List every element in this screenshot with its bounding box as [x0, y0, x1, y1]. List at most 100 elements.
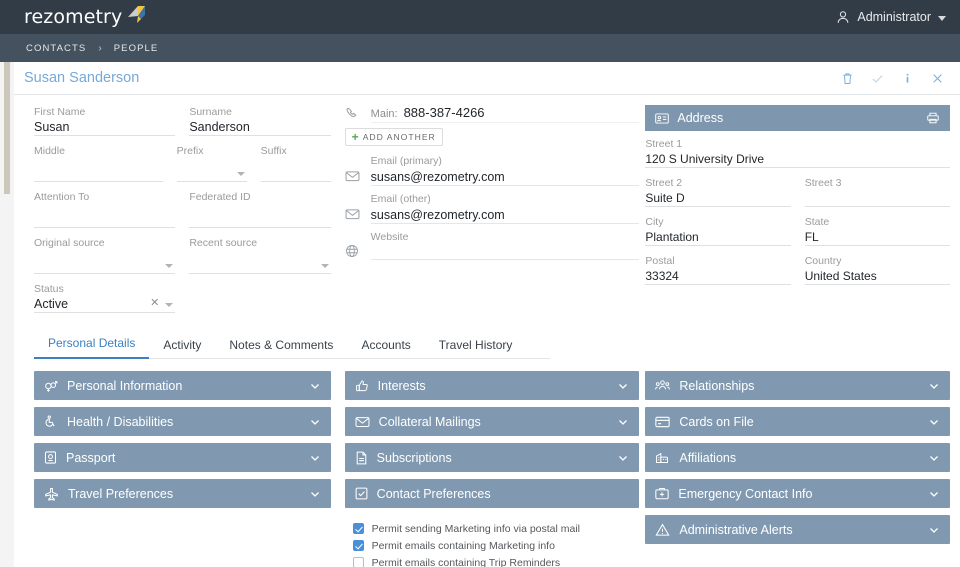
recent-source-field[interactable]: Recent source	[189, 236, 330, 274]
brand-name: rezometry	[24, 6, 122, 28]
chevron-down-icon	[309, 416, 321, 428]
panel-affiliations[interactable]: Affiliations	[645, 443, 950, 472]
panel-column-right: Relationships Cards on File	[645, 371, 950, 544]
close-button[interactable]	[922, 64, 952, 94]
attention-to-value	[34, 204, 175, 228]
application-window: rezometry Administrator CONT	[14, 0, 960, 567]
chevron-down-icon	[928, 380, 940, 392]
tab-accounts[interactable]: Accounts	[347, 332, 424, 359]
email-primary-field[interactable]: Email (primary) susans@rezometry.com	[345, 154, 640, 186]
phone-field[interactable]: Main: 888-387-4266	[345, 105, 640, 123]
panel-subscriptions[interactable]: Subscriptions	[345, 443, 640, 472]
country-label: Country	[805, 254, 950, 268]
checkbox-postal-marketing[interactable]	[353, 523, 364, 534]
checkbox-trip-reminders[interactable]	[353, 557, 364, 567]
tab-travel-history[interactable]: Travel History	[425, 332, 527, 359]
underlay-crumbbar	[0, 34, 14, 62]
street3-label: Street 3	[805, 176, 950, 190]
printer-icon[interactable]	[926, 111, 940, 125]
panel-cards-on-file[interactable]: Cards on File	[645, 407, 950, 436]
email-primary-value: susans@rezometry.com	[371, 168, 640, 186]
original-source-field[interactable]: Original source	[34, 236, 175, 274]
tab-personal-details[interactable]: Personal Details	[34, 330, 149, 359]
recent-source-chevron-down-icon[interactable]	[321, 264, 329, 268]
panel-health-disabilities[interactable]: Health / Disabilities	[34, 407, 331, 436]
envelope-icon	[345, 170, 360, 182]
preference-row[interactable]: Permit emails containing Marketing info	[353, 537, 640, 554]
info-button[interactable]	[892, 64, 922, 94]
panel-emergency-contact-info[interactable]: Emergency Contact Info	[645, 479, 950, 508]
country-field[interactable]: Country United States	[805, 254, 950, 285]
delete-button[interactable]	[832, 64, 862, 94]
checkbox-email-marketing[interactable]	[353, 540, 364, 551]
status-field[interactable]: Status Active ✕	[34, 282, 175, 313]
record-header: Susan Sanderson	[14, 62, 960, 95]
street3-field[interactable]: Street 3	[805, 176, 950, 207]
panel-relationships[interactable]: Relationships	[645, 371, 950, 400]
state-label: State	[805, 215, 950, 229]
contact-info-column: Main: 888-387-4266 + ADD ANOTHER Email (…	[339, 105, 646, 321]
tab-notes-comments[interactable]: Notes & Comments	[215, 332, 347, 359]
record-form-area: First Name Susan Surname Sanderson Middl…	[14, 95, 960, 321]
panel-title: Interests	[378, 379, 609, 393]
city-value: Plantation	[645, 229, 790, 246]
prefix-label: Prefix	[177, 144, 247, 158]
panel-passport[interactable]: Passport	[34, 443, 331, 472]
logo-mark-icon	[124, 4, 146, 24]
preference-row[interactable]: Permit sending Marketing info via postal…	[353, 520, 640, 537]
people-icon	[655, 379, 670, 392]
middle-name-field[interactable]: Middle	[34, 144, 163, 182]
status-chevron-down-icon[interactable]	[165, 303, 173, 307]
panel-title: Relationships	[679, 379, 919, 393]
federated-id-field[interactable]: Federated ID	[189, 190, 330, 228]
panel-travel-preferences[interactable]: Travel Preferences	[34, 479, 331, 508]
prefix-field[interactable]: Prefix	[177, 144, 247, 182]
surname-field[interactable]: Surname Sanderson	[189, 105, 330, 136]
email-other-label: Email (other)	[371, 192, 640, 206]
first-name-label: First Name	[34, 105, 175, 119]
first-name-field[interactable]: First Name Susan	[34, 105, 175, 136]
panel-title: Affiliations	[679, 451, 919, 465]
attention-to-field[interactable]: Attention To	[34, 190, 175, 228]
add-another-phone-button[interactable]: + ADD ANOTHER	[345, 128, 443, 146]
chevron-down-icon	[617, 380, 629, 392]
website-field[interactable]: Website	[345, 230, 640, 260]
chevron-down-icon	[928, 452, 940, 464]
street2-field[interactable]: Street 2 Suite D	[645, 176, 790, 207]
brand-logo[interactable]: rezometry	[14, 6, 146, 28]
federated-id-value	[189, 204, 330, 228]
address-card: Address Street 1 120 S University Dri	[645, 105, 950, 293]
panel-collateral-mailings[interactable]: Collateral Mailings	[345, 407, 640, 436]
breadcrumb-item-contacts[interactable]: CONTACTS	[18, 39, 94, 58]
street1-field[interactable]: Street 1 120 S University Drive	[645, 137, 950, 168]
original-source-chevron-down-icon[interactable]	[165, 264, 173, 268]
email-other-field[interactable]: Email (other) susans@rezometry.com	[345, 192, 640, 224]
panel-administrative-alerts[interactable]: Administrative Alerts	[645, 515, 950, 544]
preference-row[interactable]: Permit emails containing Trip Reminders	[353, 554, 640, 567]
preference-label: Permit sending Marketing info via postal…	[372, 523, 580, 535]
city-field[interactable]: City Plantation	[645, 215, 790, 246]
chevron-down-icon	[938, 16, 946, 21]
status-clear-x-icon[interactable]: ✕	[150, 298, 159, 309]
passport-icon	[44, 451, 57, 464]
top-bar: rezometry Administrator	[14, 0, 960, 34]
user-menu[interactable]: Administrator	[836, 0, 946, 34]
save-button[interactable]	[862, 64, 892, 94]
postal-field[interactable]: Postal 33324	[645, 254, 790, 285]
panel-title: Contact Preferences	[377, 487, 630, 501]
address-card-icon	[655, 113, 669, 124]
checkbox-icon	[355, 487, 368, 500]
panel-interests[interactable]: Interests	[345, 371, 640, 400]
surname-label: Surname	[189, 105, 330, 119]
record-actions	[832, 62, 952, 95]
panel-contact-preferences[interactable]: Contact Preferences	[345, 479, 640, 508]
breadcrumb-item-people[interactable]: PEOPLE	[106, 39, 167, 58]
prefix-chevron-down-icon[interactable]	[237, 172, 245, 176]
address-card-header[interactable]: Address	[645, 105, 950, 131]
thumbs-up-icon	[355, 379, 369, 393]
underlay-image	[4, 62, 10, 194]
panel-personal-information[interactable]: Personal Information	[34, 371, 331, 400]
tab-activity[interactable]: Activity	[149, 332, 215, 359]
state-field[interactable]: State FL	[805, 215, 950, 246]
suffix-field[interactable]: Suffix	[261, 144, 331, 182]
